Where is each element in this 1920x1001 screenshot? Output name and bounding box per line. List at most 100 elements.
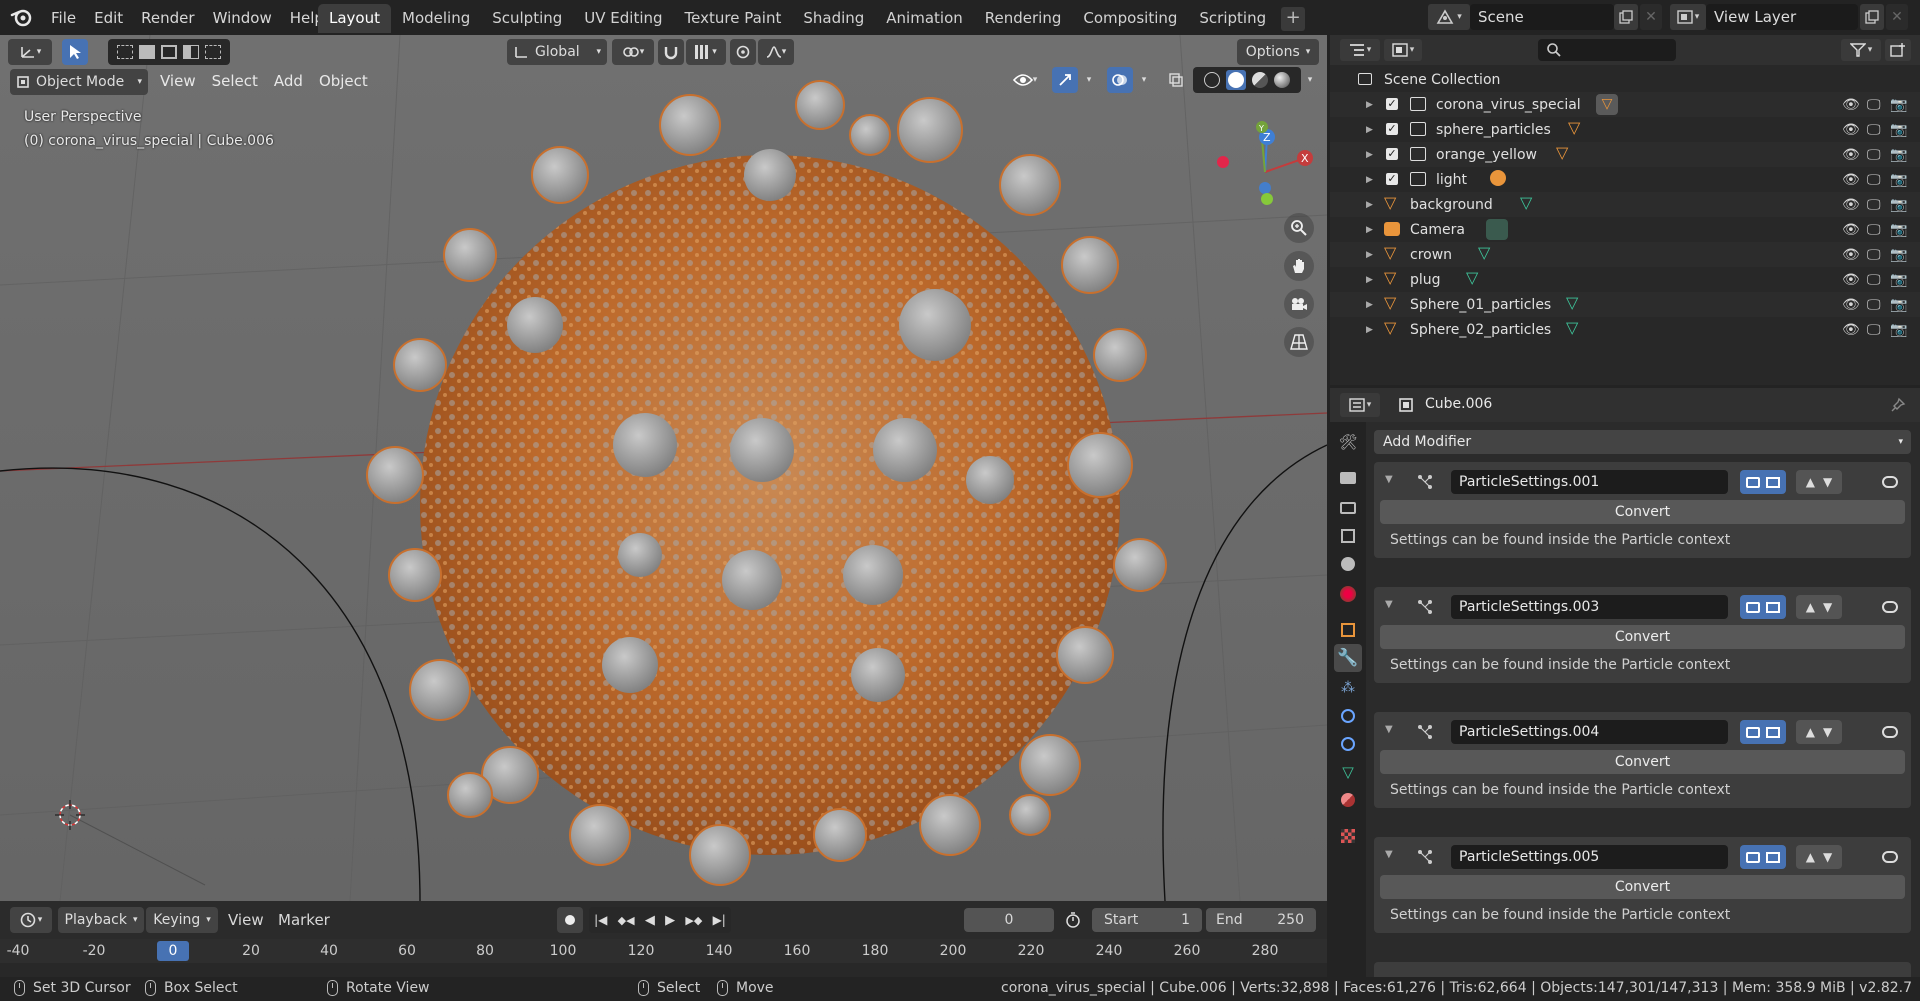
move-down-icon[interactable]: ▼	[1823, 850, 1832, 864]
scene-delete-button[interactable]: ✕	[1640, 4, 1662, 30]
tab-world[interactable]	[1334, 580, 1362, 608]
render-camera-icon[interactable]: 📷	[1890, 297, 1907, 313]
render-camera-icon[interactable]	[1746, 726, 1760, 738]
tab-output[interactable]	[1334, 494, 1362, 522]
rendered-shading-icon[interactable]	[1274, 72, 1290, 88]
modifier-visibility-toggles[interactable]	[1740, 720, 1786, 744]
blender-logo-icon[interactable]	[10, 7, 32, 27]
pin-icon[interactable]	[1890, 397, 1906, 413]
collapse-arrow-icon[interactable]: ▼	[1385, 849, 1393, 860]
collapse-arrow-icon[interactable]: ▼	[1385, 724, 1393, 735]
tab-scene[interactable]	[1334, 550, 1362, 578]
tab-material[interactable]	[1334, 786, 1362, 814]
menu-select[interactable]: Select	[204, 68, 266, 94]
modifier-extra-menu[interactable]	[1877, 595, 1903, 619]
select-intersect-icon[interactable]	[205, 45, 221, 59]
snap-toggle[interactable]	[658, 39, 684, 65]
render-camera-icon[interactable]: 📷	[1890, 147, 1907, 163]
add-workspace-button[interactable]: +	[1281, 7, 1306, 31]
options-dropdown[interactable]: Options ▾	[1237, 39, 1319, 65]
scene-copy-button[interactable]	[1614, 4, 1638, 30]
tab-layout[interactable]: Layout	[318, 4, 391, 33]
play-reverse-icon[interactable]: ◀	[645, 913, 655, 928]
pivot-point-dropdown[interactable]: ▾	[612, 39, 654, 65]
monitor-icon[interactable]: 🖵	[1867, 197, 1881, 213]
3d-cursor-icon[interactable]	[55, 800, 85, 830]
render-camera-icon[interactable]	[1746, 601, 1760, 613]
render-camera-icon[interactable]: 📷	[1890, 172, 1907, 188]
monitor-icon[interactable]	[1766, 476, 1780, 488]
render-camera-icon[interactable]	[1746, 476, 1760, 488]
current-frame-field[interactable]: 0	[964, 908, 1054, 932]
eye-icon[interactable]: 👁	[1842, 222, 1860, 238]
view-layer-field[interactable]: View Layer	[1706, 4, 1858, 30]
tab-texture-paint[interactable]: Texture Paint	[674, 4, 793, 33]
expand-arrow-icon[interactable]: ▶	[1366, 125, 1373, 135]
modifier-extra-menu[interactable]	[1877, 845, 1903, 869]
camera-view-button[interactable]	[1284, 289, 1314, 319]
expand-arrow-icon[interactable]: ▶	[1366, 200, 1373, 210]
convert-button[interactable]: Convert	[1380, 625, 1905, 649]
eye-icon[interactable]: 👁	[1842, 122, 1860, 138]
modifier-move-buttons[interactable]: ▲ ▼	[1796, 470, 1842, 494]
next-keyframe-icon[interactable]: ▶◆	[685, 914, 702, 927]
proportional-edit-toggle[interactable]	[730, 39, 756, 65]
eye-icon[interactable]: 👁	[1842, 147, 1860, 163]
view-layer-copy-button[interactable]	[1860, 4, 1884, 30]
expand-arrow-icon[interactable]: ▶	[1366, 100, 1373, 110]
monitor-icon[interactable]	[1766, 851, 1780, 863]
menu-add[interactable]: Add	[266, 68, 311, 94]
monitor-icon[interactable]: 🖵	[1867, 222, 1881, 238]
tab-modifiers[interactable]: 🔧	[1334, 644, 1362, 672]
material-shading-icon[interactable]	[1252, 72, 1268, 88]
render-camera-icon[interactable]: 📷	[1890, 322, 1907, 338]
render-camera-icon[interactable]: 📷	[1890, 247, 1907, 263]
modifier-name-field[interactable]: ParticleSettings.004	[1451, 720, 1728, 744]
render-camera-icon[interactable]: 📷	[1890, 97, 1907, 113]
outliner-row-object[interactable]: ▶ ▽ crown ▽ 👁 🖵 📷	[1330, 242, 1920, 267]
monitor-icon[interactable]: 🖵	[1867, 122, 1881, 138]
monitor-icon[interactable]: 🖵	[1867, 297, 1881, 313]
view-layer-browse-button[interactable]: ▾	[1670, 4, 1706, 30]
render-camera-icon[interactable]: 📷	[1890, 222, 1907, 238]
display-mode-dropdown[interactable]: ▾	[1384, 39, 1422, 61]
convert-button[interactable]: Convert	[1380, 500, 1905, 524]
modifier-move-buttons[interactable]: ▲ ▼	[1796, 845, 1842, 869]
menu-view[interactable]: View	[152, 68, 204, 94]
menu-window[interactable]: Window	[204, 5, 281, 31]
tab-compositing[interactable]: Compositing	[1072, 4, 1188, 33]
select-tool-button[interactable]	[62, 39, 88, 65]
modifier-move-buttons[interactable]: ▲ ▼	[1796, 595, 1842, 619]
move-up-icon[interactable]: ▲	[1806, 850, 1815, 864]
render-camera-icon[interactable]: 📷	[1890, 272, 1907, 288]
tab-modeling[interactable]: Modeling	[391, 4, 481, 33]
collection-checkbox[interactable]: ✓	[1386, 148, 1398, 160]
render-camera-icon[interactable]	[1746, 851, 1760, 863]
convert-button[interactable]: Convert	[1380, 750, 1905, 774]
add-modifier-dropdown[interactable]: Add Modifier ▾	[1374, 430, 1911, 454]
new-collection-button[interactable]	[1885, 39, 1911, 61]
timeline-ruler[interactable]: -40 -20 0 20 40 60 80 100 120 140 160 18…	[0, 939, 1327, 963]
navigation-gizmo[interactable]: X Z Y	[1210, 115, 1320, 215]
prev-keyframe-icon[interactable]: ◆◀	[618, 914, 635, 927]
tab-render[interactable]	[1334, 464, 1362, 492]
select-invert-icon[interactable]	[183, 45, 199, 59]
eye-icon[interactable]: 👁	[1842, 297, 1860, 313]
scene-browse-button[interactable]: ▾	[1428, 4, 1470, 30]
playback-dropdown[interactable]: Playback ▾	[58, 907, 144, 933]
3d-viewport[interactable]: ▾ Global ▾ ▾ ▾ ▾ Options ▾ Object Mode ▾…	[0, 35, 1327, 901]
scene-name-field[interactable]: Scene	[1470, 4, 1614, 30]
outliner-row-object[interactable]: ▶ ▽ background ▽ 👁 🖵 📷	[1330, 192, 1920, 217]
timeline-scrollbar[interactable]	[0, 963, 1327, 977]
select-subtract-icon[interactable]	[161, 45, 177, 59]
transform-orientation-dropdown[interactable]: Global ▾	[507, 39, 607, 65]
tab-constraints[interactable]	[1334, 730, 1362, 758]
monitor-icon[interactable]: 🖵	[1867, 322, 1881, 338]
keying-dropdown[interactable]: Keying ▾	[146, 907, 218, 933]
move-up-icon[interactable]: ▲	[1806, 475, 1815, 489]
wireframe-shading-icon[interactable]	[1204, 72, 1220, 88]
outliner-search-input[interactable]	[1538, 39, 1676, 61]
gizmo-toggle[interactable]	[1052, 67, 1078, 93]
render-camera-icon[interactable]: 📷	[1890, 197, 1907, 213]
modifier-move-buttons[interactable]: ▲ ▼	[1796, 720, 1842, 744]
